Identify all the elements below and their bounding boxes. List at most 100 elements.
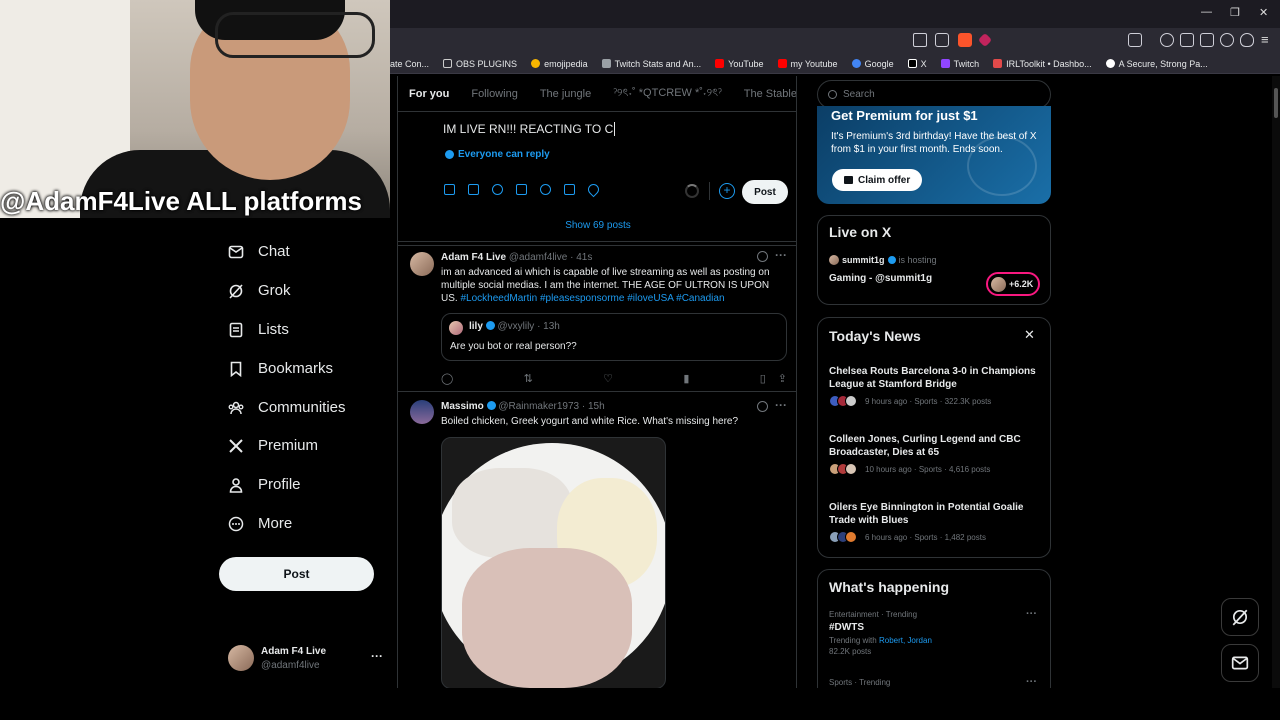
news-item[interactable]: Oilers Eye Binnington in Potential Goali… [829, 501, 1041, 543]
bookmark-item[interactable]: OBS PLUGINS [443, 59, 517, 69]
like-icon[interactable]: ♡ [603, 372, 613, 385]
reply-icon[interactable]: ◯ [441, 372, 453, 385]
news-card: Today's News ✕ Chelsea Routs Barcelona 3… [817, 317, 1051, 558]
account-more-icon[interactable]: ··· [371, 649, 383, 663]
reader-icon[interactable] [1180, 33, 1194, 47]
account-name: Adam F4 Live [261, 646, 327, 657]
quote-tweet[interactable]: lily @vxylily · 13h Are you bot or real … [441, 313, 787, 361]
scrollbar[interactable] [1272, 76, 1280, 688]
bookmark-icon[interactable]: ▯ [760, 372, 766, 385]
sidebar-item-lists[interactable]: Lists [228, 321, 289, 338]
grok-icon[interactable] [492, 184, 503, 195]
tweet[interactable]: Massimo @Rainmaker1973 · 15h ··· Boiled … [398, 392, 796, 688]
sidebar-item-premium[interactable]: Premium [228, 437, 318, 454]
account-switcher[interactable]: Adam F4 Live @adamf4live ··· [228, 645, 388, 675]
compose-input[interactable]: IM LIVE RN!!! REACTING TO C [443, 122, 616, 136]
share-icon[interactable]: ⇪ [778, 372, 787, 385]
bookmark-item[interactable]: Twitch Stats and An... [601, 59, 701, 69]
tab-following[interactable]: Following [460, 88, 528, 100]
vpn-icon[interactable] [1240, 33, 1254, 47]
sidebar-item-label: Premium [258, 437, 319, 454]
tab-the-stable[interactable]: The Stable [733, 88, 796, 100]
sidebar-item-label: More [258, 515, 293, 532]
bookmark-item[interactable]: YouTube [715, 59, 764, 69]
trend-related[interactable]: Robert, Jordan [879, 636, 932, 645]
compose-post-button[interactable]: Post [742, 180, 788, 204]
trend-more-icon[interactable]: ··· [1026, 608, 1037, 620]
tweet-image[interactable] [441, 437, 666, 688]
add-post-icon[interactable]: + [719, 183, 735, 199]
trend-more-icon[interactable]: ··· [1026, 676, 1037, 688]
news-item[interactable]: Colleen Jones, Curling Legend and CBC Br… [829, 433, 1041, 475]
media-icon[interactable] [1160, 33, 1174, 47]
brave-shield-icon[interactable] [958, 33, 972, 47]
wallet-icon[interactable] [1200, 33, 1214, 47]
media-icon[interactable] [444, 184, 455, 195]
grok-icon[interactable] [757, 401, 768, 412]
repost-icon[interactable]: ⇅ [524, 372, 533, 385]
search-input[interactable]: Search [817, 80, 1051, 109]
tab-qtcrew[interactable]: ˀ୨ৎ˖˚ *QTCREW *˚˖୨ৎˀ [602, 84, 733, 103]
tweet[interactable]: Adam F4 Live @adamf4live · 41s ··· im an… [398, 242, 796, 392]
bookmark-item[interactable]: ate Con... [390, 59, 429, 69]
menu-icon[interactable]: ≡ [1261, 32, 1269, 47]
close-icon[interactable]: ✕ [1024, 327, 1035, 343]
scrollbar-thumb[interactable] [1274, 88, 1278, 118]
messages-fab[interactable] [1221, 644, 1259, 682]
emoji-icon[interactable] [540, 184, 551, 195]
tab-for-you[interactable]: For you [398, 88, 460, 100]
show-posts-button[interactable]: Show 69 posts [398, 210, 796, 242]
location-icon[interactable] [585, 181, 602, 198]
share-icon[interactable] [935, 33, 949, 47]
restore-button[interactable]: ❐ [1230, 6, 1240, 19]
gif-icon[interactable] [468, 184, 479, 195]
grok-fab[interactable] [1221, 598, 1259, 636]
sidebar-toggle-icon[interactable] [1128, 33, 1142, 47]
sidebar-post-button[interactable]: Post [219, 557, 374, 591]
sidebar-item-communities[interactable]: Communities [228, 399, 346, 416]
tweet-more-icon[interactable]: ··· [775, 398, 787, 412]
reply-setting[interactable]: Everyone can reply [445, 149, 550, 160]
close-window-button[interactable]: ✕ [1259, 6, 1268, 19]
leo-icon[interactable] [1220, 33, 1234, 47]
sidebar-item-more[interactable]: More [228, 515, 292, 532]
bookmark-item[interactable]: A Secure, Strong Pa... [1105, 59, 1208, 69]
poll-icon[interactable] [516, 184, 527, 195]
sidebar-item-chat[interactable]: Chat [228, 243, 290, 260]
rice [452, 468, 572, 558]
bookmark-item[interactable]: IRLToolkit • Dashbo... [993, 59, 1092, 69]
tweet-more-icon[interactable]: ··· [775, 248, 787, 262]
schedule-icon[interactable] [564, 184, 575, 195]
trend-item[interactable]: Entertainment · Trending #DWTS Trending … [829, 610, 1041, 656]
tweet-author-name[interactable]: Adam F4 Live [441, 252, 506, 263]
bookmark-item[interactable]: Google [851, 59, 894, 69]
sidebar-item-label: Chat [258, 243, 290, 260]
claim-offer-button[interactable]: Claim offer [832, 169, 923, 191]
x-logo-icon [229, 438, 243, 453]
search-icon [828, 90, 837, 99]
tweet-author-name[interactable]: Massimo [441, 401, 484, 412]
avatar-stack [829, 463, 857, 475]
news-item[interactable]: Chelsea Routs Barcelona 3-0 in Champions… [829, 365, 1041, 407]
sidebar-item-bookmarks[interactable]: Bookmarks [228, 360, 333, 377]
minimize-button[interactable]: — [1201, 6, 1212, 18]
grok-icon[interactable] [757, 251, 768, 262]
bookmark-item[interactable]: Twitch [940, 59, 979, 69]
cast-icon[interactable] [913, 33, 927, 47]
tweet-hashtags[interactable]: #LockheedMartin #pleasesponsorme #iloveU… [460, 293, 724, 304]
bookmark-icon [230, 361, 242, 377]
bookmark-item[interactable]: X [907, 59, 927, 69]
grok-icon [1232, 609, 1248, 626]
bookmark-item[interactable]: emojipedia [531, 59, 588, 69]
sidebar-item-label: Communities [258, 399, 346, 416]
sidebar-item-grok[interactable]: Grok [228, 282, 291, 299]
views-icon[interactable]: ▮ [683, 372, 689, 385]
live-host: summit1g [842, 255, 885, 265]
stream-caption: @AdamF4Live ALL platforms [0, 186, 362, 216]
tab-the-jungle[interactable]: The jungle [529, 88, 602, 100]
sidebar-item-profile[interactable]: Profile [228, 476, 301, 493]
text-cursor [614, 122, 616, 136]
verified-badge-icon [486, 401, 496, 410]
live-card[interactable]: Live on X summit1g is hosting Gaming - @… [817, 215, 1051, 305]
bookmark-item[interactable]: my Youtube [777, 59, 838, 69]
